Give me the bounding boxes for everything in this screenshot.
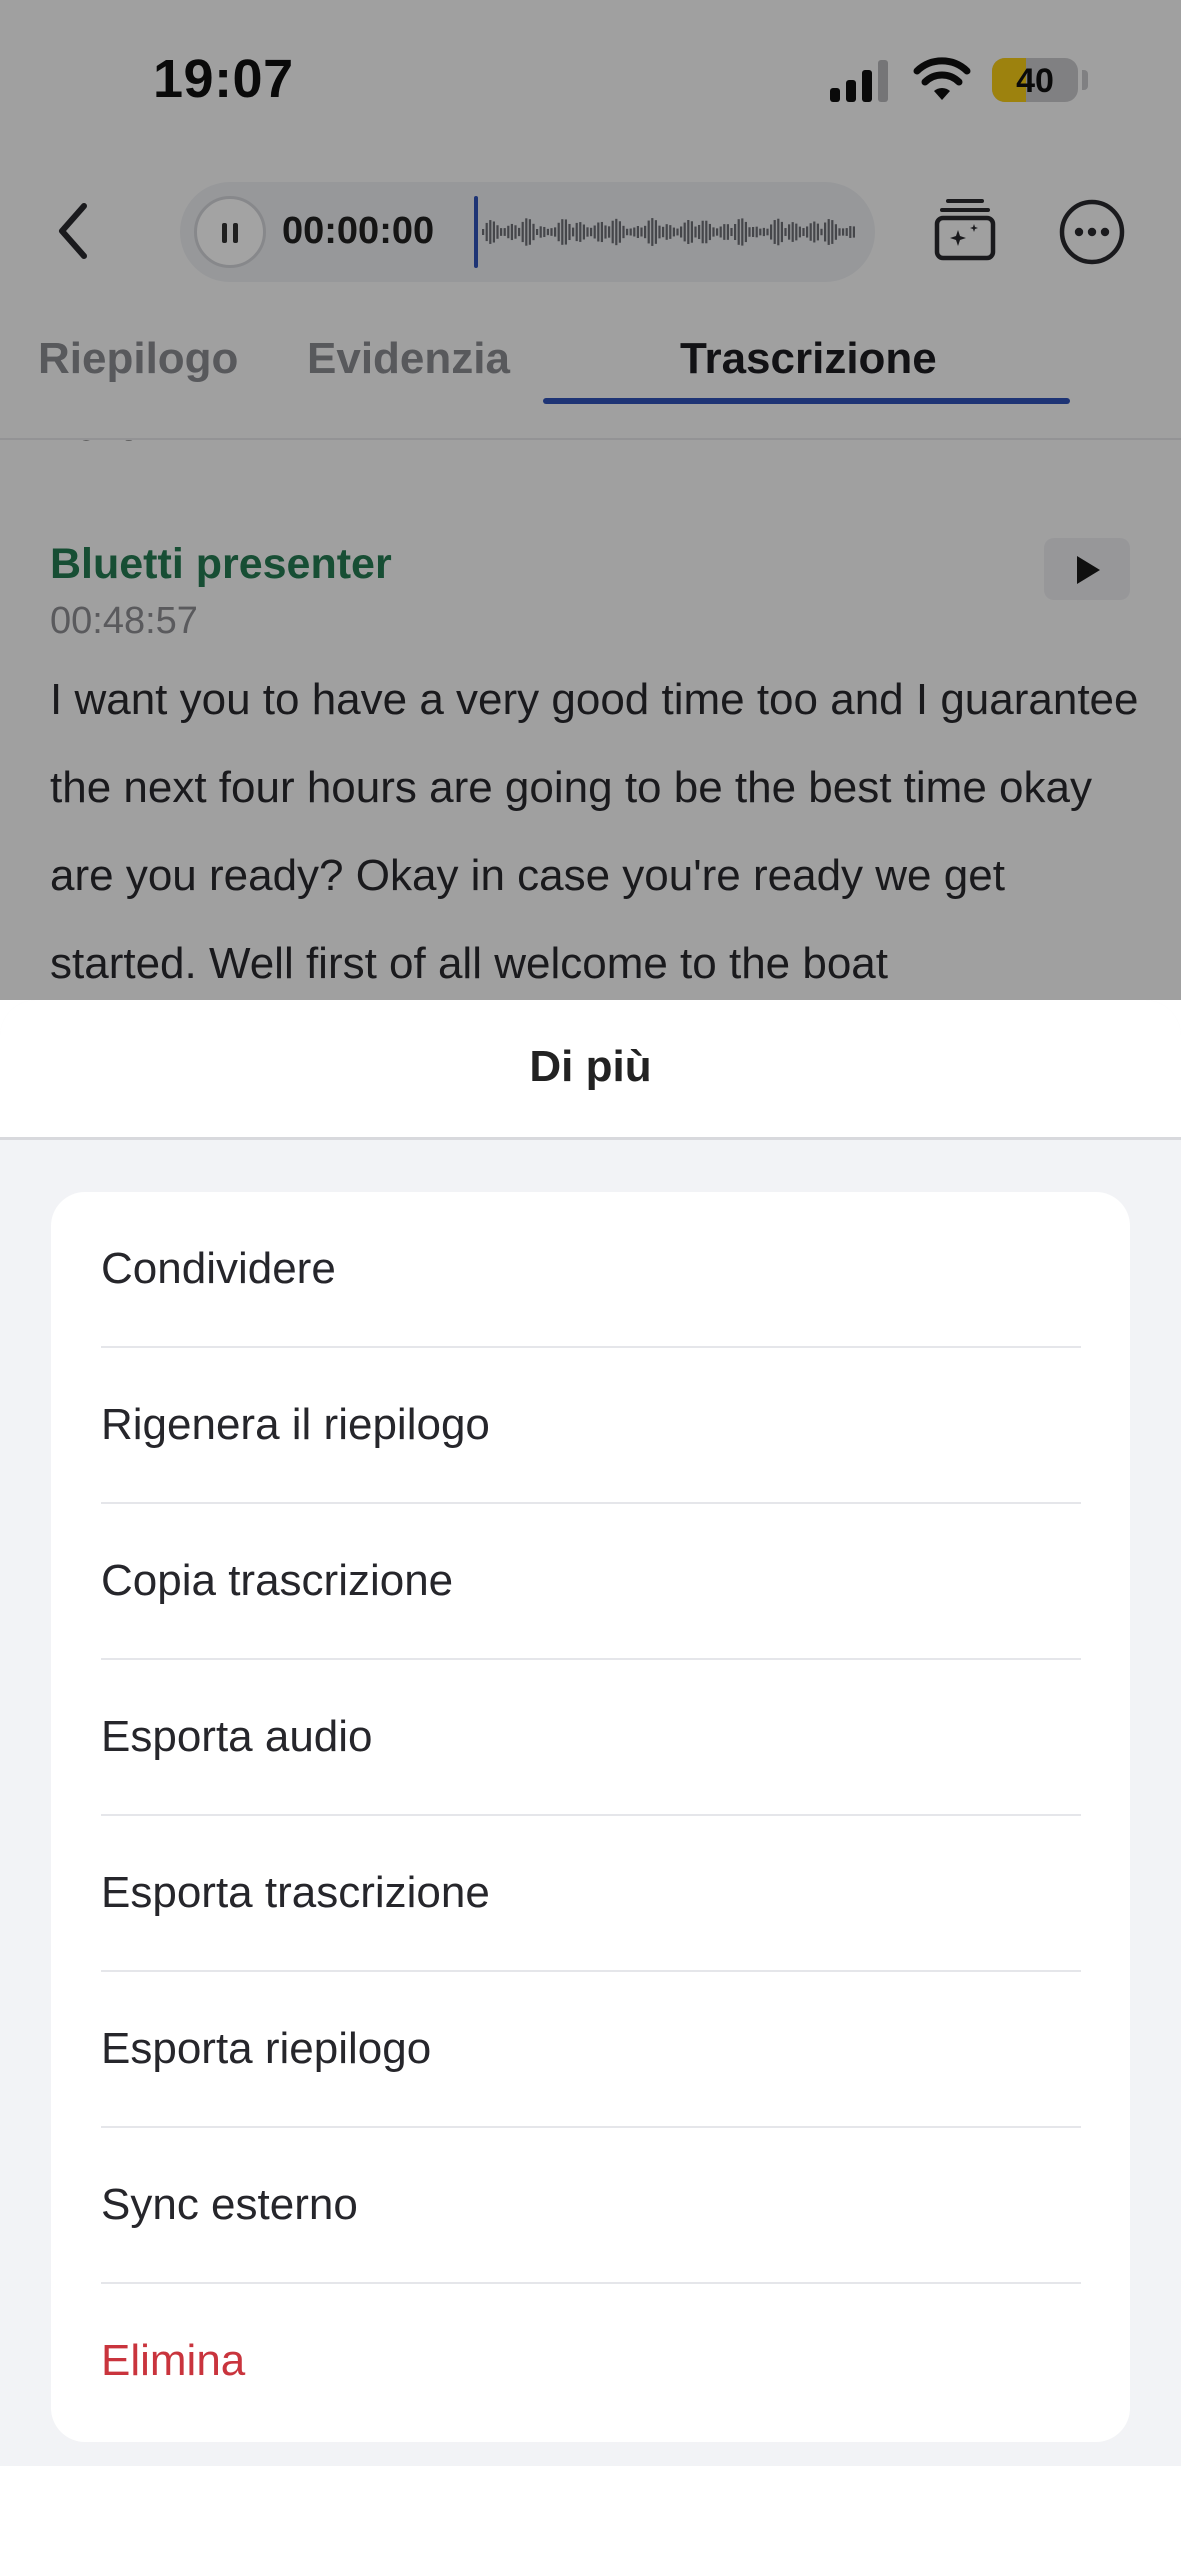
menu-item-label: Copia trascrizione bbox=[101, 1556, 454, 1605]
menu-item-label: Sync esterno bbox=[101, 2180, 358, 2229]
menu-item-external-sync[interactable]: Sync esterno bbox=[101, 2128, 1081, 2284]
menu-item-label: Elimina bbox=[101, 2336, 246, 2385]
app-background: 19:07 40 00:00:00 Riepilogo Evidenzia Tr… bbox=[0, 0, 1181, 1000]
more-actions-sheet: Di più Condividere Rigenera il riepilogo… bbox=[0, 1000, 1181, 2560]
menu-item-label: Esporta audio bbox=[101, 1712, 373, 1761]
menu-item-label: Rigenera il riepilogo bbox=[101, 1400, 490, 1449]
menu-item-share[interactable]: Condividere bbox=[101, 1192, 1081, 1348]
menu-item-export-transcript[interactable]: Esporta trascrizione bbox=[101, 1816, 1081, 1972]
menu-item-label: Esporta trascrizione bbox=[101, 1868, 490, 1917]
modal-overlay[interactable] bbox=[0, 0, 1181, 1000]
menu-item-label: Esporta riepilogo bbox=[101, 2024, 432, 2073]
menu-item-copy-transcript[interactable]: Copia trascrizione bbox=[101, 1504, 1081, 1660]
sheet-header: Di più bbox=[0, 1000, 1181, 1140]
menu-item-delete[interactable]: Elimina bbox=[101, 2284, 1081, 2440]
menu-item-regenerate-summary[interactable]: Rigenera il riepilogo bbox=[101, 1348, 1081, 1504]
sheet-footer bbox=[0, 2466, 1181, 2560]
menu-item-label: Condividere bbox=[101, 1244, 336, 1293]
menu-item-export-summary[interactable]: Esporta riepilogo bbox=[101, 1972, 1081, 2128]
action-menu: Condividere Rigenera il riepilogo Copia … bbox=[51, 1192, 1130, 2442]
sheet-title: Di più bbox=[529, 1042, 652, 1091]
menu-item-export-audio[interactable]: Esporta audio bbox=[101, 1660, 1081, 1816]
